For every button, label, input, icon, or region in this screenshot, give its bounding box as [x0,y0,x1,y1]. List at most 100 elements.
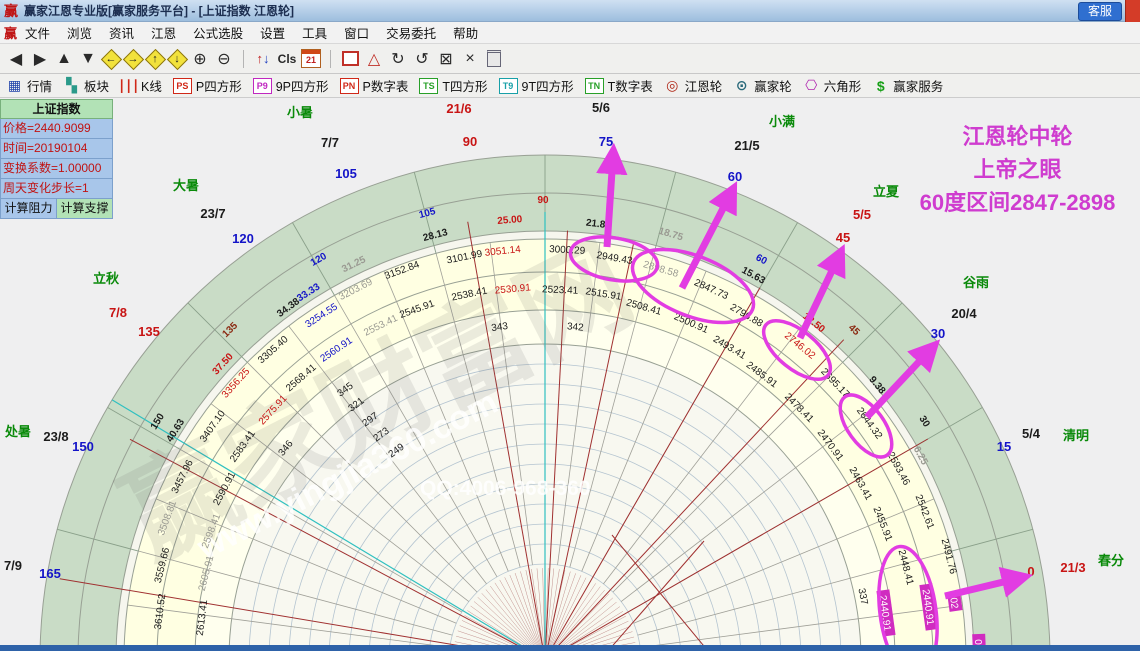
trash-icon[interactable] [482,47,506,71]
square-tool-icon[interactable] [338,47,362,71]
window-bottom-edge [0,645,1140,651]
9t-square-button[interactable]: T9 9T四方形 [498,76,574,95]
hexagon-button-icon: ⎔ [805,77,818,93]
menu-item-设置[interactable]: 设置 [260,23,285,42]
svg-text:20/4: 20/4 [951,306,977,321]
hexagon-button[interactable]: ⎔ 六角形 [803,76,862,95]
menu-item-交易委托[interactable]: 交易委托 [386,23,436,42]
svg-text:处暑: 处暑 [4,424,31,439]
info-row: 价格=2440.9099 [0,119,113,139]
menu-item-江恩[interactable]: 江恩 [151,23,176,42]
rotate-cw-icon[interactable]: ↻ [386,47,410,71]
triangle-tool-icon[interactable]: △ [362,47,386,71]
t-square-button[interactable]: TS T四方形 [419,76,488,95]
window-corner-badge[interactable] [1125,0,1140,22]
hexagon-button-label: 六角形 [823,80,862,94]
center-icon[interactable]: × [458,47,482,71]
index-name: 上证指数 [0,99,113,119]
t-number-table-button-label: T数字表 [607,80,653,94]
sectors-button-label: 板块 [84,80,110,94]
diamond-down-icon[interactable]: ↓ [166,48,188,70]
t-number-table-button[interactable]: TN T数字表 [584,76,653,95]
p-number-table-button-label: P数字表 [362,80,409,94]
quotes-button-label: 行情 [27,80,53,94]
svg-text:150: 150 [72,439,94,454]
svg-text:02: 02 [947,597,959,610]
svg-text:135: 135 [138,324,160,339]
gann-wheel-button-label: 江恩轮 [684,80,723,94]
menu-item-资讯[interactable]: 资讯 [109,23,134,42]
diamond-left-icon[interactable]: ← [100,48,122,70]
gann-wheel-button[interactable]: ◎ 江恩轮 [664,76,723,95]
svg-text:0: 0 [1027,564,1034,579]
calc-resistance-button[interactable]: 计算阻力 [0,199,57,219]
svg-text:7/7: 7/7 [321,135,339,150]
sectors-button[interactable]: ▚ 板块 [63,76,109,95]
app-logo-icon: 赢 [4,2,18,19]
svg-text:30: 30 [931,326,945,341]
svg-text:清明: 清明 [1063,428,1089,443]
svg-text:23/7: 23/7 [200,206,225,221]
svg-text:3000.29: 3000.29 [549,244,586,257]
zoom-out-icon[interactable]: ⊖ [212,47,236,71]
svg-text:105: 105 [335,166,357,181]
t-number-table-button-icon: TN [584,77,604,94]
svg-text:QQ:4006-968-360: QQ:4006-968-360 [420,477,590,500]
svg-text:春分: 春分 [1097,553,1124,568]
calendar-21-icon[interactable]: 21 [299,47,323,71]
nav-right-icon[interactable]: ▶ [28,47,52,71]
menu-item-文件[interactable]: 文件 [25,23,50,42]
gann-wheel-app-window: 赢 赢家江恩专业版[赢家服务平台] - [上证指数 江恩轮] 客服 赢 文件 浏览… [0,0,1140,651]
p-square-button[interactable]: PS P四方形 [172,76,242,95]
cls-button[interactable]: Cls [275,47,299,71]
menu-item-工具[interactable]: 工具 [302,23,327,42]
kline-button[interactable]: ∣∣∣ K线 [118,76,162,95]
svg-text:谷雨: 谷雨 [963,275,989,290]
svg-text:165: 165 [39,566,61,581]
svg-text:5/5: 5/5 [853,207,871,222]
svg-text:120: 120 [232,231,254,246]
pointer-up-icon[interactable]: ▲ [52,47,76,71]
svg-text:23/8: 23/8 [43,429,68,444]
diamond-right-icon[interactable]: → [122,48,144,70]
chart-type-toolbar: ▦ 行情 ▚ 板块 ∣∣∣ K线 PS P四方形 P9 9P四方形 PN P数字表 TS T四方形 T9 9T… [0,74,1140,98]
boxed-x-icon[interactable]: ⊠ [434,47,458,71]
quotes-button[interactable]: ▦ 行情 [6,76,52,95]
p-square-button-icon: PS [172,77,192,94]
rotate-ccw-icon[interactable]: ↺ [410,47,434,71]
info-row: 时间=20190104 [0,139,113,159]
gann-wheel-chart[interactable]: 赢家财富网 www.yingjia360.com QQ:4006-968-360 36… [0,98,1140,645]
p-square-button-label: P四方形 [195,80,242,94]
9p-square-button[interactable]: P9 9P四方形 [252,76,329,95]
svg-text:21/3: 21/3 [1060,560,1085,575]
menu-item-帮助[interactable]: 帮助 [453,23,478,42]
svg-text:21/5: 21/5 [734,138,759,153]
toolbar-separator [243,49,244,68]
quotes-button-icon: ▦ [7,77,22,93]
svg-text:343: 343 [491,321,509,334]
9t-square-button-icon: T9 [498,77,518,94]
zoom-in-icon[interactable]: ⊕ [188,47,212,71]
t-square-button-label: T四方形 [442,80,488,94]
winner-wheel-button[interactable]: ⊙ 赢家轮 [733,76,792,95]
pointer-down-icon[interactable]: ▼ [76,47,100,71]
p-number-table-button[interactable]: PN P数字表 [339,76,409,95]
9t-square-button-label: 9T四方形 [521,80,574,94]
diamond-up-icon[interactable]: ↑ [144,48,166,70]
svg-text:21/6: 21/6 [446,101,471,116]
svg-text:小满: 小满 [769,114,795,129]
menu-item-浏览[interactable]: 浏览 [67,23,92,42]
svg-text:75: 75 [599,134,613,149]
menu-item-窗口[interactable]: 窗口 [344,23,369,42]
customer-service-button[interactable]: 客服 [1077,2,1122,21]
svg-text:15: 15 [997,439,1011,454]
winner-service-button[interactable]: $ 赢家服务 [872,76,943,95]
menu-logo-icon: 赢 [4,26,18,41]
svg-text:5/4: 5/4 [1022,426,1041,441]
t-square-button-icon: TS [419,77,439,94]
menu-item-公式选股[interactable]: 公式选股 [193,23,243,42]
updown-arrows-icon[interactable]: ↑ ↓ [251,47,275,71]
calc-support-button[interactable]: 计算支撑 [57,199,113,219]
9p-square-button-icon: P9 [252,77,272,94]
nav-left-icon[interactable]: ◀ [4,47,28,71]
